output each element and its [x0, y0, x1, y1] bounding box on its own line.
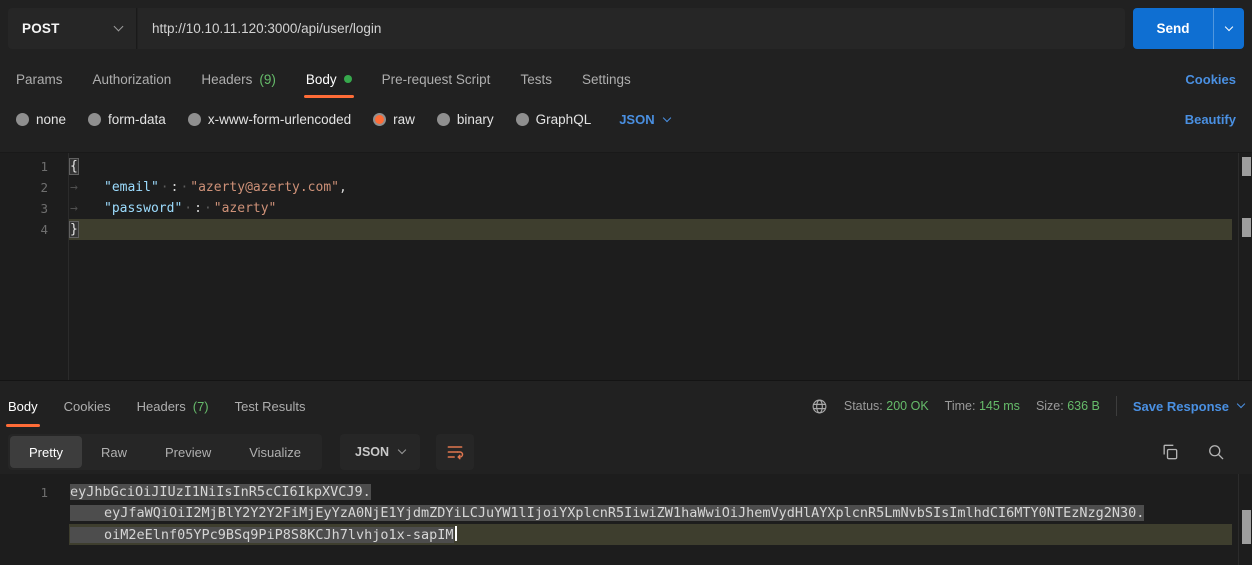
- selected-text: eyJhbGciOiJIUzI1NiIsInR5cCI6IkpXVCJ9.: [70, 484, 371, 500]
- radio-icon: [188, 113, 201, 126]
- text-cursor: [455, 526, 457, 541]
- response-line-2: eyJfaWQiOiI2MjBlY2Y2Y2FiMjEyYzA0NjE1Yjdm…: [0, 503, 1232, 524]
- radio-icon: [437, 113, 450, 126]
- radio-icon: [16, 113, 29, 126]
- chevron-down-icon: [114, 22, 124, 32]
- radio-form-data[interactable]: form-data: [88, 112, 166, 127]
- headers-count-badge: (7): [193, 399, 209, 414]
- radio-x-www-form-urlencoded[interactable]: x-www-form-urlencoded: [188, 112, 351, 127]
- tab-params[interactable]: Params: [16, 60, 63, 98]
- view-visualize[interactable]: Visualize: [230, 436, 320, 468]
- method-label: POST: [22, 21, 60, 36]
- request-body-editor[interactable]: 1 { 2 →"email"·:·"azerty@azerty.com", 3 …: [0, 152, 1252, 380]
- code-line-4: 4 }: [0, 219, 1232, 240]
- view-raw[interactable]: Raw: [82, 436, 146, 468]
- send-options-button[interactable]: [1213, 8, 1244, 49]
- response-body-editor[interactable]: 1 eyJhbGciOiJIUzI1NiIsInR5cCI6IkpXVCJ9. …: [0, 474, 1252, 565]
- beautify-link[interactable]: Beautify: [1185, 103, 1236, 136]
- response-tab-body[interactable]: Body: [8, 385, 38, 427]
- radio-selected-icon: [373, 113, 386, 126]
- response-tab-headers[interactable]: Headers (7): [137, 385, 209, 427]
- response-line-1: 1 eyJhbGciOiJIUzI1NiIsInR5cCI6IkpXVCJ9.: [0, 482, 1232, 503]
- response-line-3: oiM2eElnf05YPc9BSq9PiP8S8KCJh7lvhjo1x-sa…: [0, 524, 1232, 545]
- copy-response-button[interactable]: [1156, 438, 1184, 466]
- code-line-2: 2 →"email"·:·"azerty@azerty.com",: [0, 177, 1232, 198]
- tab-headers[interactable]: Headers (9): [201, 60, 276, 98]
- request-tabs: Params Authorization Headers (9) Body Pr…: [16, 60, 1236, 98]
- line-number: 4: [0, 219, 48, 240]
- divider: [1116, 396, 1117, 416]
- method-dropdown[interactable]: POST: [8, 8, 137, 49]
- postman-window: POST Send Params Authorization Headers (…: [0, 0, 1252, 565]
- cursor-position-marker: [1242, 218, 1251, 237]
- send-button-label: Send: [1133, 21, 1213, 36]
- response-header: Body Cookies Headers (7) Test Results St…: [0, 380, 1252, 426]
- chevron-down-icon: [1237, 400, 1245, 408]
- tab-whitespace-icon: →: [70, 198, 104, 219]
- editor-scrollbar[interactable]: [1238, 153, 1252, 380]
- chevron-down-icon: [398, 446, 406, 454]
- size-badge: Size: 636 B: [1036, 399, 1100, 413]
- tab-whitespace-icon: →: [70, 177, 104, 198]
- radio-graphql[interactable]: GraphQL: [516, 112, 592, 127]
- url-input[interactable]: [138, 21, 1125, 36]
- radio-none[interactable]: none: [16, 112, 66, 127]
- chevron-down-icon: [1225, 22, 1233, 30]
- body-type-bar: none form-data x-www-form-urlencoded raw…: [16, 103, 1236, 136]
- cookies-link[interactable]: Cookies: [1185, 60, 1236, 98]
- tab-pre-request-script[interactable]: Pre-request Script: [382, 60, 491, 98]
- view-preview[interactable]: Preview: [146, 436, 230, 468]
- line-number: 1: [0, 156, 48, 177]
- response-toolbar: Pretty Raw Preview Visualize JSON: [8, 430, 1244, 474]
- save-response-button[interactable]: Save Response: [1133, 399, 1244, 414]
- selected-text: eyJfaWQiOiI2MjBlY2Y2Y2FiMjEyYzA0NjE1Yjdm…: [70, 505, 1144, 521]
- scrollbar-thumb[interactable]: [1242, 510, 1251, 544]
- line-number: 1: [0, 482, 48, 503]
- search-icon: [1206, 442, 1226, 462]
- copy-icon: [1160, 442, 1180, 462]
- view-pretty[interactable]: Pretty: [10, 436, 82, 468]
- editor-scrollbar[interactable]: [1238, 474, 1252, 565]
- response-language-dropdown[interactable]: JSON: [340, 434, 420, 470]
- tab-settings[interactable]: Settings: [582, 60, 631, 98]
- radio-raw[interactable]: raw: [373, 112, 415, 127]
- active-tab-underline: [304, 95, 354, 98]
- view-switcher: Pretty Raw Preview Visualize: [8, 434, 322, 470]
- headers-count-badge: (9): [259, 72, 276, 87]
- status-badge: Status: 200 OK: [844, 399, 929, 413]
- url-box: [138, 8, 1125, 49]
- wrap-text-button[interactable]: [436, 434, 474, 470]
- response-tabs: Body Cookies Headers (7) Test Results: [8, 385, 305, 427]
- radio-binary[interactable]: binary: [437, 112, 494, 127]
- unsaved-changes-dot: [344, 75, 352, 83]
- active-tab-underline: [6, 424, 40, 427]
- radio-icon: [88, 113, 101, 126]
- network-globe-icon: [811, 398, 828, 415]
- word-wrap-icon: [445, 442, 465, 462]
- code-line-3: 3 →"password"·:·"azerty": [0, 198, 1232, 219]
- response-tab-cookies[interactable]: Cookies: [64, 385, 111, 427]
- tab-body[interactable]: Body: [306, 60, 352, 98]
- search-response-button[interactable]: [1202, 438, 1230, 466]
- line-number: 3: [0, 198, 48, 219]
- send-button[interactable]: Send: [1133, 8, 1244, 49]
- response-meta: Status: 200 OK Time: 145 ms Size: 636 B …: [811, 385, 1244, 427]
- scrollbar-thumb[interactable]: [1242, 157, 1251, 176]
- radio-icon: [516, 113, 529, 126]
- tab-tests[interactable]: Tests: [520, 60, 552, 98]
- time-badge: Time: 145 ms: [945, 399, 1020, 413]
- response-tab-test-results[interactable]: Test Results: [235, 385, 306, 427]
- code-line-1: 1 {: [0, 156, 1232, 177]
- tab-authorization[interactable]: Authorization: [93, 60, 172, 98]
- selected-text: oiM2eElnf05YPc9BSq9PiP8S8KCJh7lvhjo1x-sa…: [70, 527, 454, 543]
- body-language-dropdown[interactable]: JSON: [619, 112, 669, 127]
- line-number: 2: [0, 177, 48, 198]
- chevron-down-icon: [662, 113, 670, 121]
- request-bar: POST Send: [8, 8, 1244, 49]
